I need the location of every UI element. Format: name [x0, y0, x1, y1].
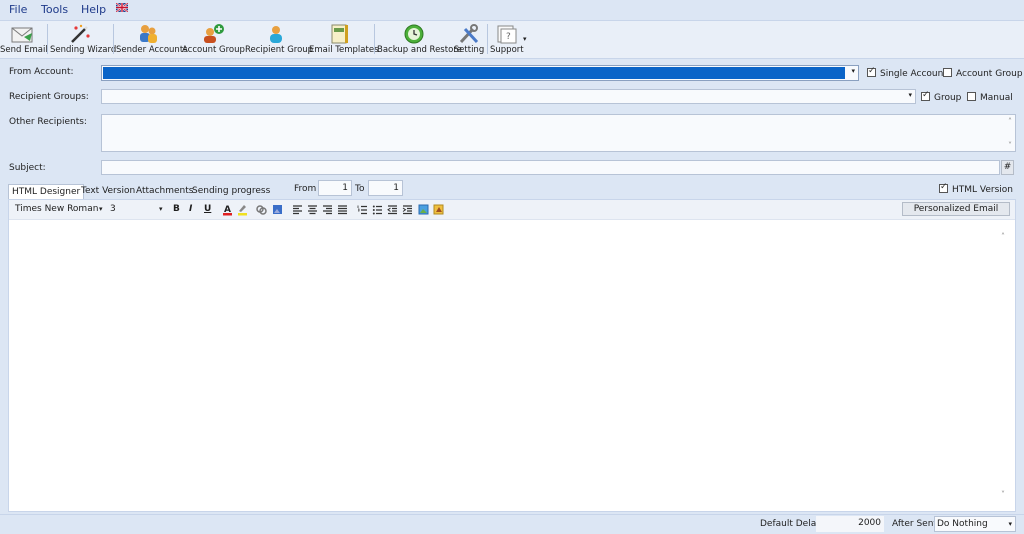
to-range-input[interactable]: 1: [368, 180, 403, 196]
account-group-checkbox-label: Account Group: [956, 69, 1023, 79]
from-account-label: From Account:: [9, 67, 74, 77]
subject-personalize-button[interactable]: #: [1001, 160, 1014, 175]
single-account-label: Single Account: [880, 69, 947, 79]
from-range-input[interactable]: 1: [318, 180, 352, 196]
recipient-groups-select[interactable]: ▾: [101, 89, 916, 104]
scroll-up-icon[interactable]: ˄: [1001, 232, 1005, 241]
align-justify-icon[interactable]: [337, 203, 348, 216]
underline-button[interactable]: U: [204, 203, 211, 216]
to-range-label: To: [355, 184, 365, 194]
subject-label: Subject:: [9, 163, 46, 173]
bullet-list-icon[interactable]: [372, 203, 383, 216]
email-templates-icon: [331, 24, 348, 44]
support-button[interactable]: ? Support: [490, 21, 524, 58]
from-account-selected-value: [103, 67, 845, 79]
sender-accounts-icon: [140, 25, 157, 43]
backup-restore-button[interactable]: Backup and Restore: [377, 21, 462, 58]
tab-text-version[interactable]: Text Version: [78, 184, 138, 198]
chevron-down-icon: ▾: [851, 67, 855, 75]
language-flag-icon[interactable]: [116, 3, 128, 12]
envelope-icon: [11, 27, 33, 43]
after-sent-select[interactable]: Do Nothing ▾: [934, 516, 1016, 532]
other-recipients-textarea[interactable]: ˄ ˅: [101, 114, 1016, 152]
scroll-up-icon[interactable]: ˄: [1008, 117, 1012, 126]
support-help-icon: ?: [497, 25, 517, 44]
numbered-list-icon[interactable]: [357, 203, 368, 216]
chevron-down-icon[interactable]: ▾: [159, 203, 163, 216]
insert-image-icon[interactable]: [272, 203, 283, 216]
after-sent-selected-value: Do Nothing: [937, 519, 988, 529]
italic-button[interactable]: I: [189, 203, 192, 216]
manual-label: Manual: [980, 93, 1013, 103]
tab-sending-progress[interactable]: Sending progress: [189, 184, 273, 198]
sender-accounts-button[interactable]: Sender Accounts: [116, 21, 188, 58]
subject-input[interactable]: [101, 160, 1000, 175]
scroll-down-icon[interactable]: ˅: [1008, 141, 1012, 150]
tab-html-designer[interactable]: HTML Designer: [8, 184, 85, 199]
chevron-down-icon[interactable]: ▾: [99, 203, 103, 216]
link-icon[interactable]: [256, 203, 267, 216]
tab-attachments[interactable]: Attachments: [133, 184, 196, 198]
insert-media-icon[interactable]: [433, 203, 444, 216]
toolbar-separator: [113, 24, 114, 54]
align-left-icon[interactable]: [292, 203, 303, 216]
main-toolbar: Send Email Sending Wizard Sender Account…: [0, 20, 1024, 59]
backup-clock-icon: [404, 24, 424, 44]
menu-tools[interactable]: Tools: [41, 3, 68, 16]
toolbar-separator: [374, 24, 375, 54]
other-recipients-label: Other Recipients:: [9, 117, 87, 127]
insert-picture-icon[interactable]: [418, 203, 429, 216]
support-dropdown-arrow-icon[interactable]: ▾: [523, 35, 527, 43]
wrench-screwdriver-icon: [459, 24, 479, 44]
magic-wand-icon: [71, 24, 90, 43]
default-delay-label: Default Delay: [760, 519, 822, 529]
html-editor: Times New Roman ▾ 3 ▾ B I U A Personaliz…: [8, 199, 1016, 512]
from-account-select[interactable]: ▾: [101, 65, 859, 81]
email-templates-button[interactable]: Email Templates: [309, 21, 379, 58]
group-checkbox[interactable]: [921, 90, 930, 101]
manual-checkbox[interactable]: [967, 92, 976, 101]
from-range-label: From: [294, 184, 317, 194]
html-version-checkbox[interactable]: [939, 182, 948, 193]
recipient-group-icon: [270, 26, 282, 43]
status-bar: Default Delay 2000 After Sent Do Nothing…: [0, 514, 1024, 534]
scroll-down-icon[interactable]: ˅: [1001, 490, 1005, 499]
chevron-down-icon: ▾: [1008, 520, 1012, 528]
setting-button[interactable]: Setting: [453, 21, 485, 58]
html-version-label: HTML Version: [952, 185, 1014, 195]
align-right-icon[interactable]: [322, 203, 333, 216]
after-sent-label: After Sent: [892, 519, 937, 529]
group-label: Group: [934, 93, 962, 103]
recipient-groups-label: Recipient Groups:: [9, 92, 89, 102]
menu-help[interactable]: Help: [81, 3, 106, 16]
indent-icon[interactable]: [402, 203, 413, 216]
personalized-email-button[interactable]: Personalized Email: [902, 202, 1010, 216]
menu-file[interactable]: File: [9, 3, 27, 16]
font-name-select[interactable]: Times New Roman: [15, 203, 98, 216]
menu-bar: File Tools Help: [0, 0, 1024, 20]
account-group-icon: [204, 24, 224, 43]
toolbar-separator: [487, 24, 488, 54]
align-center-icon[interactable]: [307, 203, 318, 216]
default-delay-input[interactable]: 2000: [816, 516, 884, 532]
svg-text:?: ?: [506, 32, 511, 42]
account-group-checkbox[interactable]: [943, 68, 952, 77]
highlight-color-icon[interactable]: [237, 203, 248, 216]
font-color-icon[interactable]: A: [222, 203, 233, 216]
chevron-down-icon: ▾: [908, 91, 912, 99]
format-toolbar: Times New Roman ▾ 3 ▾ B I U A Personaliz…: [9, 200, 1015, 220]
account-group-button[interactable]: Account Group: [182, 21, 245, 58]
sending-wizard-button[interactable]: Sending Wizard: [50, 21, 116, 58]
send-email-button[interactable]: Send Email: [0, 21, 48, 58]
single-account-checkbox[interactable]: [867, 66, 876, 77]
outdent-icon[interactable]: [387, 203, 398, 216]
toolbar-separator: [47, 24, 48, 54]
font-size-select[interactable]: 3: [110, 203, 116, 216]
bold-button[interactable]: B: [173, 203, 180, 216]
recipient-group-button[interactable]: Recipient Group: [245, 21, 313, 58]
